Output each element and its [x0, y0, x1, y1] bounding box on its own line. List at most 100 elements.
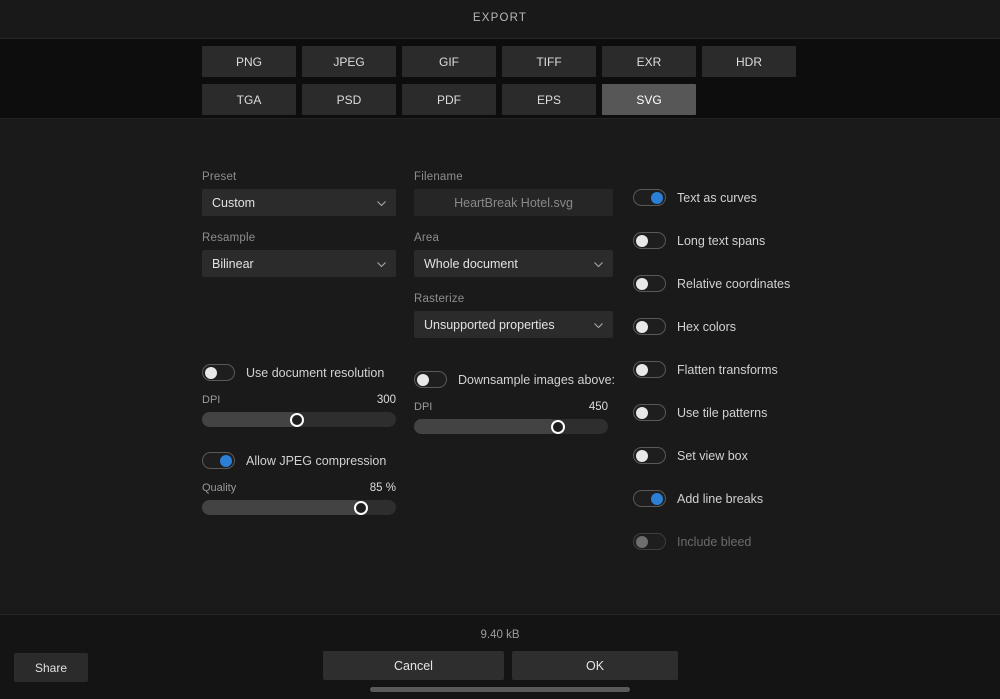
toggle-knob	[636, 234, 648, 247]
option-row-flatten-transforms[interactable]: Flatten transforms	[633, 361, 863, 378]
rasterize-select[interactable]: Unsupported properties	[414, 311, 613, 338]
spacer-mid	[414, 354, 613, 371]
add-line-breaks-label: Add line breaks	[677, 491, 764, 506]
format-button-png[interactable]: PNG	[202, 46, 296, 77]
area-group: Area Whole document	[414, 232, 613, 277]
allow-jpeg-compression-toggle[interactable]	[202, 452, 235, 469]
allow-jpeg-compression-row[interactable]: Allow JPEG compression	[202, 452, 396, 469]
settings-column-middle: Filename HeartBreak Hotel.svg Area Whole…	[414, 171, 615, 434]
toggle-knob	[636, 363, 648, 376]
slider-fill	[202, 412, 298, 427]
toggle-knob	[651, 191, 663, 204]
slider-handle[interactable]	[354, 500, 369, 515]
format-button-psd[interactable]: PSD	[302, 84, 396, 115]
dialog-titlebar: EXPORT	[0, 0, 1000, 39]
option-row-set-view-box[interactable]: Set view box	[633, 447, 863, 464]
use-document-resolution-row[interactable]: Use document resolution	[202, 364, 396, 381]
flatten-transforms-label: Flatten transforms	[677, 362, 778, 377]
option-row-text-as-curves[interactable]: Text as curves	[633, 189, 863, 206]
spacer-left	[202, 293, 396, 364]
dpi-slider-mid-block: DPI 450	[414, 401, 608, 434]
format-button-exr[interactable]: EXR	[602, 46, 696, 77]
format-button-eps[interactable]: EPS	[502, 84, 596, 115]
toggle-knob	[636, 449, 648, 462]
use-tile-patterns-label: Use tile patterns	[677, 405, 768, 420]
format-button-svg[interactable]: SVG	[602, 84, 696, 115]
format-button-tga[interactable]: TGA	[202, 84, 296, 115]
share-button[interactable]: Share	[14, 653, 88, 682]
add-line-breaks-toggle[interactable]	[633, 490, 666, 507]
option-row-hex-colors[interactable]: Hex colors	[633, 318, 863, 335]
format-selector: PNG JPEG GIF TIFF EXR HDR TGA PSD PDF EP…	[0, 39, 1000, 119]
format-button-jpeg[interactable]: JPEG	[302, 46, 396, 77]
downsample-images-toggle[interactable]	[414, 371, 447, 388]
ok-button[interactable]: OK	[512, 651, 678, 680]
dpi-slider-mid[interactable]	[414, 419, 608, 434]
dpi-slider-left-block: DPI 300	[202, 394, 396, 427]
home-indicator[interactable]	[370, 687, 630, 692]
format-row-1: PNG JPEG GIF TIFF EXR HDR	[202, 46, 796, 77]
dpi-left-value: 300	[376, 394, 396, 406]
preset-select[interactable]: Custom	[202, 189, 396, 216]
spacer-left-2	[202, 427, 396, 452]
set-view-box-toggle[interactable]	[633, 447, 666, 464]
resample-value: Bilinear	[212, 256, 254, 271]
filename-group: Filename HeartBreak Hotel.svg	[414, 171, 613, 216]
area-label: Area	[414, 232, 440, 244]
option-row-use-tile-patterns[interactable]: Use tile patterns	[633, 404, 863, 421]
downsample-images-row[interactable]: Downsample images above:	[414, 371, 615, 388]
include-bleed-label: Include bleed	[677, 534, 752, 549]
include-bleed-toggle	[633, 533, 666, 550]
quality-slider[interactable]	[202, 500, 396, 515]
filename-label: Filename	[414, 171, 463, 183]
chevron-down-icon	[593, 320, 604, 331]
slider-handle[interactable]	[550, 419, 565, 434]
export-dialog: EXPORT PNG JPEG GIF TIFF EXR HDR TGA PSD…	[0, 0, 1000, 699]
long-text-spans-toggle[interactable]	[633, 232, 666, 249]
settings-column-left: Preset Custom Resample Bilinear Use docu…	[202, 171, 396, 515]
slider-fill	[202, 500, 362, 515]
dpi-slider-left[interactable]	[202, 412, 396, 427]
toggle-knob	[636, 535, 648, 548]
toggle-knob	[636, 320, 648, 333]
format-button-tiff[interactable]: TIFF	[502, 46, 596, 77]
toggle-knob	[636, 277, 648, 290]
toggle-knob	[417, 373, 429, 386]
slider-handle[interactable]	[290, 412, 305, 427]
dialog-title: EXPORT	[472, 12, 528, 24]
format-slot-empty	[702, 84, 796, 115]
preset-group: Preset Custom	[202, 171, 396, 216]
toggle-knob	[636, 406, 648, 419]
cancel-button[interactable]: Cancel	[323, 651, 504, 680]
area-select[interactable]: Whole document	[414, 250, 613, 277]
option-row-long-text-spans[interactable]: Long text spans	[633, 232, 863, 249]
hex-colors-toggle[interactable]	[633, 318, 666, 335]
use-tile-patterns-toggle[interactable]	[633, 404, 666, 421]
format-button-gif[interactable]: GIF	[402, 46, 496, 77]
relative-coordinates-toggle[interactable]	[633, 275, 666, 292]
dpi-slider-left-head: DPI 300	[202, 394, 396, 406]
slider-fill	[414, 419, 558, 434]
format-row-2: TGA PSD PDF EPS SVG	[202, 84, 796, 115]
settings-column-right: Text as curves Long text spans Relative …	[633, 189, 863, 576]
hex-colors-label: Hex colors	[677, 319, 737, 334]
quality-value: 85 %	[369, 482, 396, 494]
relative-coordinates-label: Relative coordinates	[677, 276, 791, 291]
preset-value: Custom	[212, 195, 256, 210]
option-row-relative-coordinates[interactable]: Relative coordinates	[633, 275, 863, 292]
flatten-transforms-toggle[interactable]	[633, 361, 666, 378]
option-row-add-line-breaks[interactable]: Add line breaks	[633, 490, 863, 507]
format-button-pdf[interactable]: PDF	[402, 84, 496, 115]
resample-select[interactable]: Bilinear	[202, 250, 396, 277]
text-as-curves-label: Text as curves	[677, 190, 757, 205]
format-button-hdr[interactable]: HDR	[702, 46, 796, 77]
text-as-curves-toggle[interactable]	[633, 189, 666, 206]
use-document-resolution-toggle[interactable]	[202, 364, 235, 381]
chevron-down-icon	[376, 259, 387, 270]
filesize-label: 9.40 kB	[480, 629, 520, 641]
option-row-include-bleed: Include bleed	[633, 533, 863, 550]
filename-input[interactable]: HeartBreak Hotel.svg	[414, 189, 613, 216]
allow-jpeg-compression-label: Allow JPEG compression	[246, 453, 387, 468]
resample-group: Resample Bilinear	[202, 232, 396, 277]
use-document-resolution-label: Use document resolution	[246, 365, 385, 380]
